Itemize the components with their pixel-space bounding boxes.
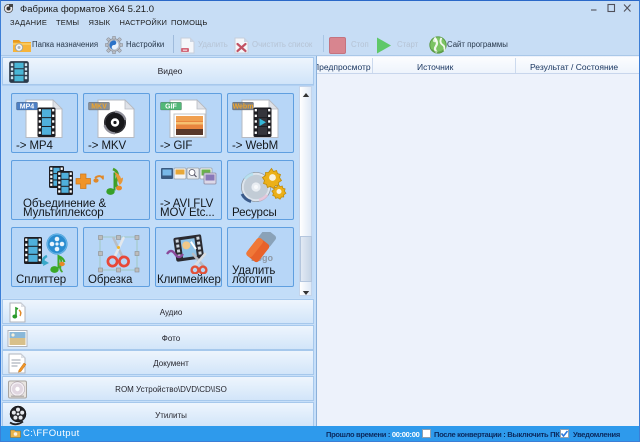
svg-text:MP4: MP4 [19,103,34,110]
svg-text:MKV: MKV [91,103,107,110]
svg-text:GIF: GIF [165,103,177,110]
svg-text:Webm: Webm [232,103,253,110]
